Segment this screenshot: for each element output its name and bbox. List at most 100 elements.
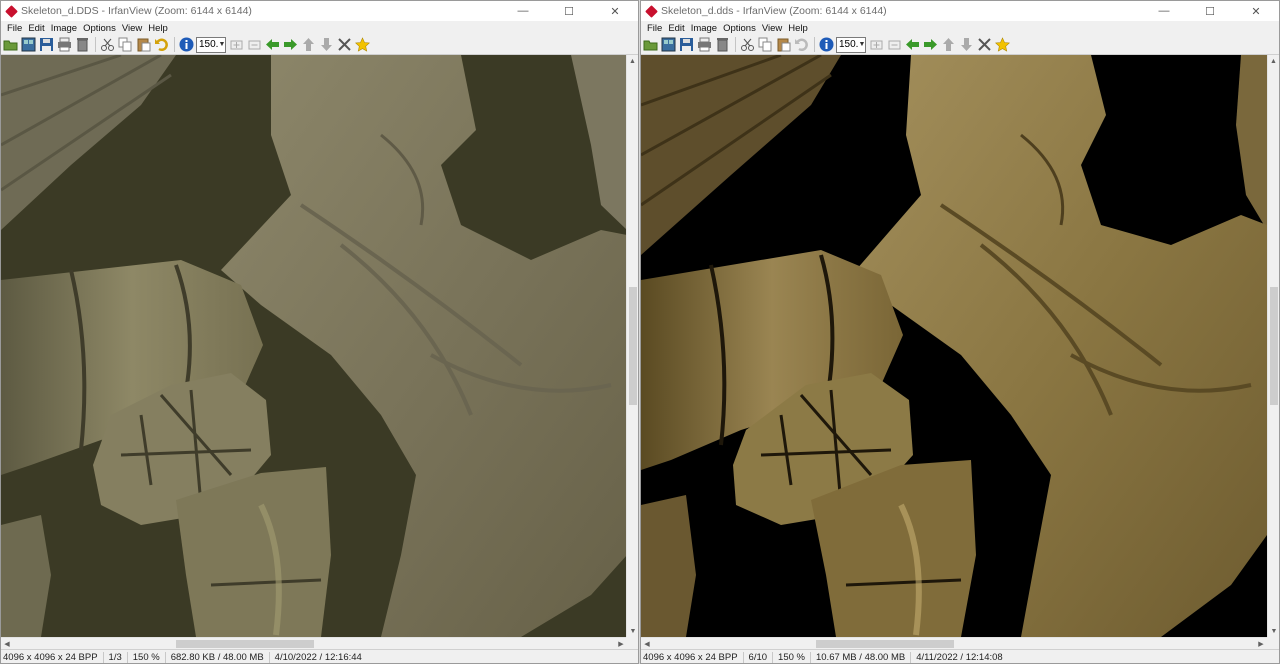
open-icon[interactable] — [642, 36, 659, 53]
status-bar: 4096 x 4096 x 24 BPP 6/10 150 % 10.67 MB… — [641, 649, 1279, 663]
maximize-button[interactable]: ☐ — [1187, 1, 1233, 21]
favorite-icon[interactable] — [354, 36, 371, 53]
chevron-down-icon: ▼ — [858, 41, 866, 48]
cut-icon[interactable] — [99, 36, 116, 53]
page-up-icon[interactable] — [300, 36, 317, 53]
scrollbar-corner — [1267, 637, 1279, 649]
menu-options[interactable]: Options — [720, 23, 759, 34]
zoom-value: 150. — [199, 39, 219, 50]
favorite-icon[interactable] — [994, 36, 1011, 53]
menu-view[interactable]: View — [119, 23, 145, 34]
window-controls: — ☐ ✕ — [1141, 1, 1279, 21]
page-down-icon[interactable] — [958, 36, 975, 53]
image-canvas[interactable] — [1, 55, 627, 637]
paste-icon[interactable] — [775, 36, 792, 53]
menu-edit[interactable]: Edit — [665, 23, 687, 34]
menu-image[interactable]: Image — [688, 23, 720, 34]
chevron-down-icon: ▼ — [218, 41, 226, 48]
irfanview-app-icon[interactable] — [6, 6, 17, 17]
open-icon[interactable] — [2, 36, 19, 53]
scroll-up-icon[interactable]: ▲ — [627, 55, 638, 67]
scroll-up-icon[interactable]: ▲ — [1268, 55, 1279, 67]
copy-icon[interactable] — [757, 36, 774, 53]
vertical-scroll-thumb[interactable] — [629, 287, 637, 405]
print-icon[interactable] — [56, 36, 73, 53]
menu-bar: File Edit Image Options View Help — [641, 21, 1279, 35]
zoom-out-icon[interactable] — [886, 36, 903, 53]
menu-help[interactable]: Help — [785, 23, 811, 34]
next-file-icon[interactable] — [282, 36, 299, 53]
image-canvas[interactable] — [641, 55, 1267, 637]
print-icon[interactable] — [696, 36, 713, 53]
delete-icon[interactable] — [74, 36, 91, 53]
close-button[interactable]: ✕ — [1233, 1, 1279, 21]
menu-view[interactable]: View — [759, 23, 785, 34]
status-dimensions: 4096 x 4096 x 24 BPP — [641, 652, 744, 663]
menu-bar: File Edit Image Options View Help — [1, 21, 638, 35]
save-icon[interactable] — [678, 36, 695, 53]
status-file-index: 6/10 — [747, 652, 774, 663]
menu-help[interactable]: Help — [145, 23, 171, 34]
toolbar: 150. ▼ — [1, 35, 638, 55]
scroll-down-icon[interactable]: ▼ — [627, 625, 638, 637]
menu-file[interactable]: File — [644, 23, 665, 34]
toolbar-separator — [735, 37, 736, 52]
minimize-button[interactable]: — — [500, 1, 546, 21]
title-bar[interactable]: Skeleton_d.DDS - IrfanView (Zoom: 6144 x… — [1, 1, 638, 21]
thumbnails-icon[interactable] — [660, 36, 677, 53]
horizontal-scrollbar[interactable]: ◀ ▶ — [641, 637, 1267, 649]
copy-icon[interactable] — [117, 36, 134, 53]
cut-icon[interactable] — [739, 36, 756, 53]
toolbar: 150. ▼ — [641, 35, 1279, 55]
paste-icon[interactable] — [135, 36, 152, 53]
info-icon[interactable] — [818, 36, 835, 53]
scrollbar-corner — [626, 637, 638, 649]
zoom-out-icon[interactable] — [246, 36, 263, 53]
page-down-icon[interactable] — [318, 36, 335, 53]
toolbar-separator — [814, 37, 815, 52]
tools-icon[interactable] — [976, 36, 993, 53]
thumbnails-icon[interactable] — [20, 36, 37, 53]
prev-file-icon[interactable] — [904, 36, 921, 53]
undo-icon[interactable] — [153, 36, 170, 53]
status-zoom: 150 % — [776, 652, 811, 663]
info-icon[interactable] — [178, 36, 195, 53]
status-dimensions: 4096 x 4096 x 24 BPP — [1, 652, 104, 663]
irfanview-window-right: Skeleton_d.dds - IrfanView (Zoom: 6144 x… — [640, 0, 1280, 664]
next-file-icon[interactable] — [922, 36, 939, 53]
zoom-select[interactable]: 150. ▼ — [196, 36, 226, 53]
menu-image[interactable]: Image — [48, 23, 80, 34]
status-zoom: 150 % — [131, 652, 166, 663]
horizontal-scroll-thumb[interactable] — [816, 640, 954, 648]
close-button[interactable]: ✕ — [592, 1, 638, 21]
menu-file[interactable]: File — [4, 23, 25, 34]
window-title: Skeleton_d.DDS - IrfanView (Zoom: 6144 x… — [21, 5, 252, 17]
horizontal-scrollbar[interactable]: ◀ ▶ — [1, 637, 627, 649]
status-bar: 4096 x 4096 x 24 BPP 1/3 150 % 682.80 KB… — [1, 649, 638, 663]
zoom-select[interactable]: 150. ▼ — [836, 36, 866, 53]
status-file-index: 1/3 — [107, 652, 128, 663]
title-bar[interactable]: Skeleton_d.dds - IrfanView (Zoom: 6144 x… — [641, 1, 1279, 21]
page-up-icon[interactable] — [940, 36, 957, 53]
tools-icon[interactable] — [336, 36, 353, 53]
irfanview-app-icon[interactable] — [646, 6, 657, 17]
save-icon[interactable] — [38, 36, 55, 53]
zoom-in-icon[interactable] — [228, 36, 245, 53]
scroll-down-icon[interactable]: ▼ — [1268, 625, 1279, 637]
menu-options[interactable]: Options — [80, 23, 119, 34]
maximize-button[interactable]: ☐ — [546, 1, 592, 21]
vertical-scroll-thumb[interactable] — [1270, 287, 1278, 405]
undo-icon[interactable] — [793, 36, 810, 53]
status-file-size: 10.67 MB / 48.00 MB — [814, 652, 912, 663]
vertical-scrollbar[interactable]: ▲ ▼ — [1267, 55, 1279, 637]
delete-icon[interactable] — [714, 36, 731, 53]
zoom-in-icon[interactable] — [868, 36, 885, 53]
menu-edit[interactable]: Edit — [25, 23, 47, 34]
horizontal-scroll-thumb[interactable] — [176, 640, 314, 648]
toolbar-separator — [95, 37, 96, 52]
prev-file-icon[interactable] — [264, 36, 281, 53]
zoom-value: 150. — [839, 39, 859, 50]
status-date: 4/10/2022 / 12:16:44 — [274, 652, 362, 663]
vertical-scrollbar[interactable]: ▲ ▼ — [626, 55, 638, 637]
minimize-button[interactable]: — — [1141, 1, 1187, 21]
